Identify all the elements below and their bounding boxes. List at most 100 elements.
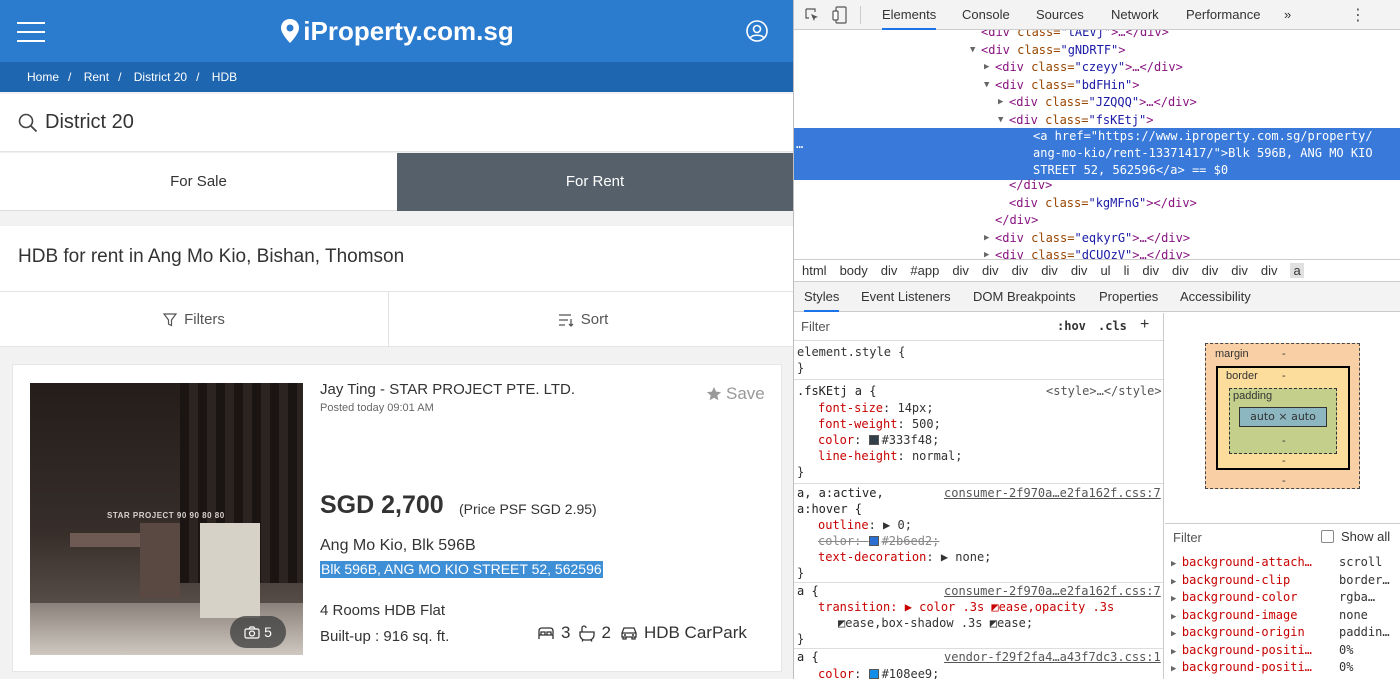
tab-console[interactable]: Console bbox=[962, 0, 1010, 30]
dom-breadcrumb-item[interactable]: div bbox=[881, 263, 898, 278]
tab-sources[interactable]: Sources bbox=[1036, 0, 1084, 30]
bath-icon bbox=[579, 625, 596, 642]
site-logo[interactable]: iProperty.com.sg bbox=[0, 0, 793, 62]
tab-properties[interactable]: Properties bbox=[1099, 282, 1158, 312]
rule2-prop-outline[interactable]: outline: ▶ 0; bbox=[818, 517, 912, 533]
box-model-diagram[interactable]: margin - border - padding auto × auto - … bbox=[1165, 313, 1400, 523]
styles-pane[interactable]: Filter :hov .cls + element.style { } .fs… bbox=[794, 313, 1164, 679]
rule4-source[interactable]: vendor-f29f2fa4…a43f7dc3.css:1 bbox=[944, 649, 1161, 665]
tab-accessibility[interactable]: Accessibility bbox=[1180, 282, 1251, 312]
tab-for-sale[interactable]: For Sale bbox=[0, 153, 397, 211]
dom-breadcrumb-item[interactable]: div bbox=[1261, 263, 1278, 278]
breadcrumb-district[interactable]: District 20 bbox=[134, 70, 187, 84]
rule3-prop-transition[interactable]: transition: ▶ color .3s ◩ease,opacity .3… bbox=[818, 599, 1114, 615]
listing-photo[interactable]: STAR PROJECT 90 90 80 80 5 bbox=[30, 383, 303, 655]
computed-property[interactable]: ▶ background-positi… 0% bbox=[1171, 659, 1400, 676]
computed-filter-input[interactable]: Filter bbox=[1173, 530, 1202, 545]
search-input[interactable]: District 20 bbox=[45, 111, 134, 134]
tab-styles[interactable]: Styles bbox=[804, 282, 840, 312]
sort-button[interactable]: Sort bbox=[390, 292, 776, 347]
rule1-prop-font-size[interactable]: font-size: 14px; bbox=[818, 400, 934, 416]
tab-dom-breakpoints[interactable]: DOM Breakpoints bbox=[973, 282, 1076, 312]
dom-breadcrumb-item[interactable]: div bbox=[1071, 263, 1088, 278]
computed-property[interactable]: ▶ background-attach… scroll bbox=[1171, 554, 1400, 571]
listing-address-link[interactable]: Blk 596B, ANG MO KIO STREET 52, 562596 bbox=[320, 561, 603, 578]
dom-breadcrumb-item[interactable]: div bbox=[1041, 263, 1058, 278]
element-style-rule[interactable]: element.style { bbox=[797, 344, 905, 360]
listing-card[interactable]: STAR PROJECT 90 90 80 80 5 Jay Ting - ST… bbox=[12, 364, 782, 672]
tab-for-rent[interactable]: For Rent bbox=[397, 153, 793, 211]
breadcrumb-rent[interactable]: Rent bbox=[84, 70, 109, 84]
dom-node-line[interactable]: ▼ <div class="bdFHin"> bbox=[984, 77, 1140, 94]
dom-node-line[interactable]: ▶ <div class="czeyy">…</div> bbox=[984, 59, 1183, 76]
more-options-icon[interactable]: ⋮ bbox=[1350, 5, 1366, 25]
rule1-prop-font-weight[interactable]: font-weight: 500; bbox=[818, 416, 941, 432]
dom-breadcrumb-item[interactable]: div bbox=[1012, 263, 1029, 278]
dom-node-line[interactable]: ▼ <div class="gNDRTF"> bbox=[970, 42, 1126, 59]
dom-node-line[interactable]: </div> bbox=[1009, 177, 1052, 194]
computed-property[interactable]: ▶ background-origin paddin… bbox=[1171, 624, 1400, 641]
filters-label: Filters bbox=[184, 311, 225, 328]
color-swatch[interactable] bbox=[868, 435, 879, 445]
rule4-selector[interactable]: a { bbox=[797, 649, 819, 665]
hover-state-toggle[interactable]: :hov bbox=[1057, 319, 1086, 333]
dom-node-line[interactable]: </div> bbox=[995, 212, 1038, 229]
rule2-selector[interactable]: a, a:active, bbox=[797, 485, 884, 501]
rule2-prop-color-overridden[interactable]: color: #2b6ed2; bbox=[818, 533, 939, 549]
rule2-prop-text-decoration[interactable]: text-decoration: ▶ none; bbox=[818, 549, 991, 565]
dom-breadcrumb-item[interactable]: html bbox=[802, 263, 827, 278]
dom-node-line[interactable]: ▶ <div class="dCUOzV">…</div> bbox=[984, 247, 1190, 259]
save-button[interactable]: Save bbox=[706, 384, 765, 404]
computed-property[interactable]: ▶ background-clip border… bbox=[1171, 572, 1400, 589]
dom-breadcrumb-item[interactable]: ul bbox=[1100, 263, 1110, 278]
breadcrumb-hdb[interactable]: HDB bbox=[212, 70, 237, 84]
photo-count-badge[interactable]: 5 bbox=[230, 616, 286, 648]
dom-node-line[interactable]: <div class="kgMFnG"></div> bbox=[1009, 195, 1197, 212]
class-toggle[interactable]: .cls bbox=[1098, 319, 1127, 333]
styles-filter-input[interactable]: Filter bbox=[801, 319, 830, 334]
rule1-prop-color[interactable]: color: #333f48; bbox=[818, 432, 939, 448]
rule3-selector[interactable]: a { bbox=[797, 583, 819, 599]
dom-breadcrumb-item[interactable]: div bbox=[1142, 263, 1159, 278]
rule1-prop-line-height[interactable]: line-height: normal; bbox=[818, 448, 963, 464]
dom-node-line[interactable]: ▼ <div class="fsKEtj"> bbox=[998, 112, 1154, 129]
add-rule-icon[interactable]: + bbox=[1140, 316, 1149, 334]
dom-breadcrumb-item[interactable]: div bbox=[982, 263, 999, 278]
dom-breadcrumb-item[interactable]: div bbox=[1202, 263, 1219, 278]
dom-breadcrumb-item[interactable]: div bbox=[1172, 263, 1189, 278]
box-model-content[interactable]: auto × auto bbox=[1239, 407, 1327, 427]
breadcrumb-home[interactable]: Home bbox=[27, 70, 59, 84]
user-account-icon[interactable] bbox=[746, 20, 768, 42]
dom-breadcrumb-item[interactable]: div bbox=[1231, 263, 1248, 278]
computed-property[interactable]: ▶ background-image none bbox=[1171, 607, 1400, 624]
computed-property[interactable]: ▶ background-positi… 0% bbox=[1171, 642, 1400, 659]
device-toolbar-icon[interactable] bbox=[832, 6, 848, 24]
dom-breadcrumb-item[interactable]: #app bbox=[910, 263, 939, 278]
rule3-source[interactable]: consumer-2f970a…e2fa162f.css:7 bbox=[944, 583, 1161, 599]
search-bar[interactable]: District 20 bbox=[0, 94, 793, 152]
dom-breadcrumb-item[interactable]: div bbox=[952, 263, 969, 278]
dom-node-line[interactable]: ▶ <div class="eqkyrG">…</div> bbox=[984, 230, 1190, 247]
dom-breadcrumb-item[interactable]: a bbox=[1290, 263, 1304, 278]
tab-event-listeners[interactable]: Event Listeners bbox=[861, 282, 951, 312]
more-tabs-button[interactable]: » bbox=[1284, 0, 1291, 30]
rule2-source[interactable]: consumer-2f970a…e2fa162f.css:7 bbox=[944, 485, 1161, 501]
dom-node-line[interactable]: ▶ <div class="JZQQQ">…</div> bbox=[998, 94, 1197, 111]
rule1-source[interactable]: <style>…</style> bbox=[1046, 383, 1162, 399]
tab-performance[interactable]: Performance bbox=[1186, 0, 1260, 30]
rule1-selector[interactable]: .fsKEtj a { bbox=[797, 383, 876, 399]
rule4-prop-color[interactable]: color: #108ee9; bbox=[818, 666, 939, 679]
dom-tree[interactable]: … <a href="https://www.iproperty.com.sg/… bbox=[794, 30, 1400, 259]
filters-button[interactable]: Filters bbox=[0, 292, 389, 347]
dom-breadcrumb-item[interactable]: li bbox=[1124, 263, 1130, 278]
computed-property[interactable]: ▶ background-color rgba… bbox=[1171, 589, 1400, 606]
agent-name[interactable]: Jay Ting - STAR PROJECT PTE. LTD. bbox=[320, 381, 575, 398]
computed-styles-pane[interactable]: Filter Show all ▶ background-attach… scro… bbox=[1165, 523, 1400, 679]
tab-network[interactable]: Network bbox=[1111, 0, 1159, 30]
tab-elements[interactable]: Elements bbox=[882, 0, 937, 30]
rule2-selector-cont[interactable]: a:hover { bbox=[797, 501, 862, 517]
inspect-element-icon[interactable] bbox=[804, 7, 820, 23]
dom-breadcrumb-item[interactable]: body bbox=[840, 263, 868, 278]
dom-node-line[interactable]: <div class="tAEVj">…</div> bbox=[981, 30, 1169, 41]
show-all-checkbox[interactable] bbox=[1321, 530, 1334, 543]
